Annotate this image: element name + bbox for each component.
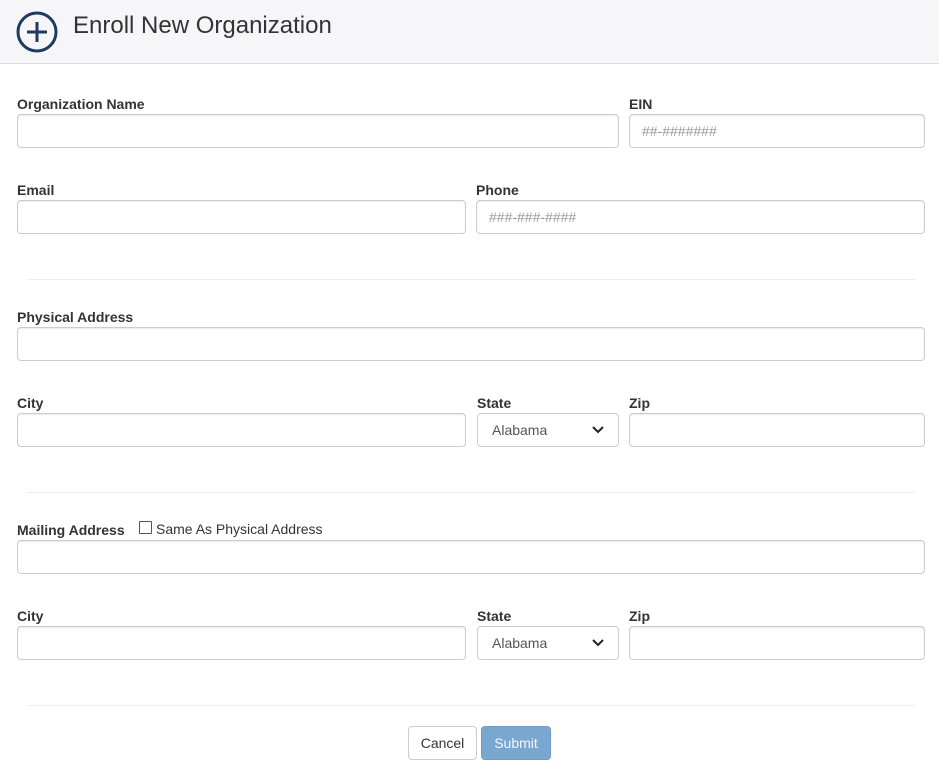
ein-input[interactable]: [629, 114, 925, 148]
physical-city-input[interactable]: [17, 413, 466, 447]
physical-address-label: Physical Address: [17, 309, 134, 325]
organization-name-label: Organization Name: [17, 96, 145, 112]
mailing-address-input[interactable]: [17, 540, 925, 574]
mailing-city-label: City: [17, 608, 44, 624]
section-divider: [27, 705, 915, 706]
physical-address-input[interactable]: [17, 327, 925, 361]
mailing-city-input[interactable]: [17, 626, 466, 660]
physical-zip-label: Zip: [629, 395, 650, 411]
physical-city-label: City: [17, 395, 44, 411]
chevron-down-icon: [592, 639, 604, 647]
plus-circle-icon: [16, 11, 58, 53]
section-divider: [27, 279, 915, 280]
section-divider: [27, 492, 915, 493]
mailing-zip-label: Zip: [629, 608, 650, 624]
ein-label: EIN: [629, 96, 653, 112]
chevron-down-icon: [592, 426, 604, 434]
physical-zip-input[interactable]: [629, 413, 925, 447]
email-label: Email: [17, 182, 55, 198]
physical-state-select[interactable]: Alabama: [477, 413, 619, 447]
cancel-button[interactable]: Cancel: [408, 726, 477, 760]
mailing-state-select[interactable]: Alabama: [477, 626, 619, 660]
mailing-address-label: Mailing Address: [17, 522, 125, 538]
mailing-zip-input[interactable]: [629, 626, 925, 660]
email-input[interactable]: [17, 200, 466, 234]
organization-name-input[interactable]: [17, 114, 619, 148]
physical-state-label: State: [477, 395, 512, 411]
same-as-physical-checkbox[interactable]: [139, 521, 152, 534]
submit-button[interactable]: Submit: [481, 726, 551, 760]
same-as-physical-label[interactable]: Same As Physical Address: [156, 521, 323, 537]
mailing-state-value: Alabama: [492, 635, 548, 651]
mailing-state-label: State: [477, 608, 512, 624]
phone-label: Phone: [476, 182, 519, 198]
physical-state-value: Alabama: [492, 422, 548, 438]
page-title: Enroll New Organization: [73, 12, 332, 39]
page-header: Enroll New Organization: [0, 0, 939, 64]
phone-input[interactable]: [476, 200, 925, 234]
